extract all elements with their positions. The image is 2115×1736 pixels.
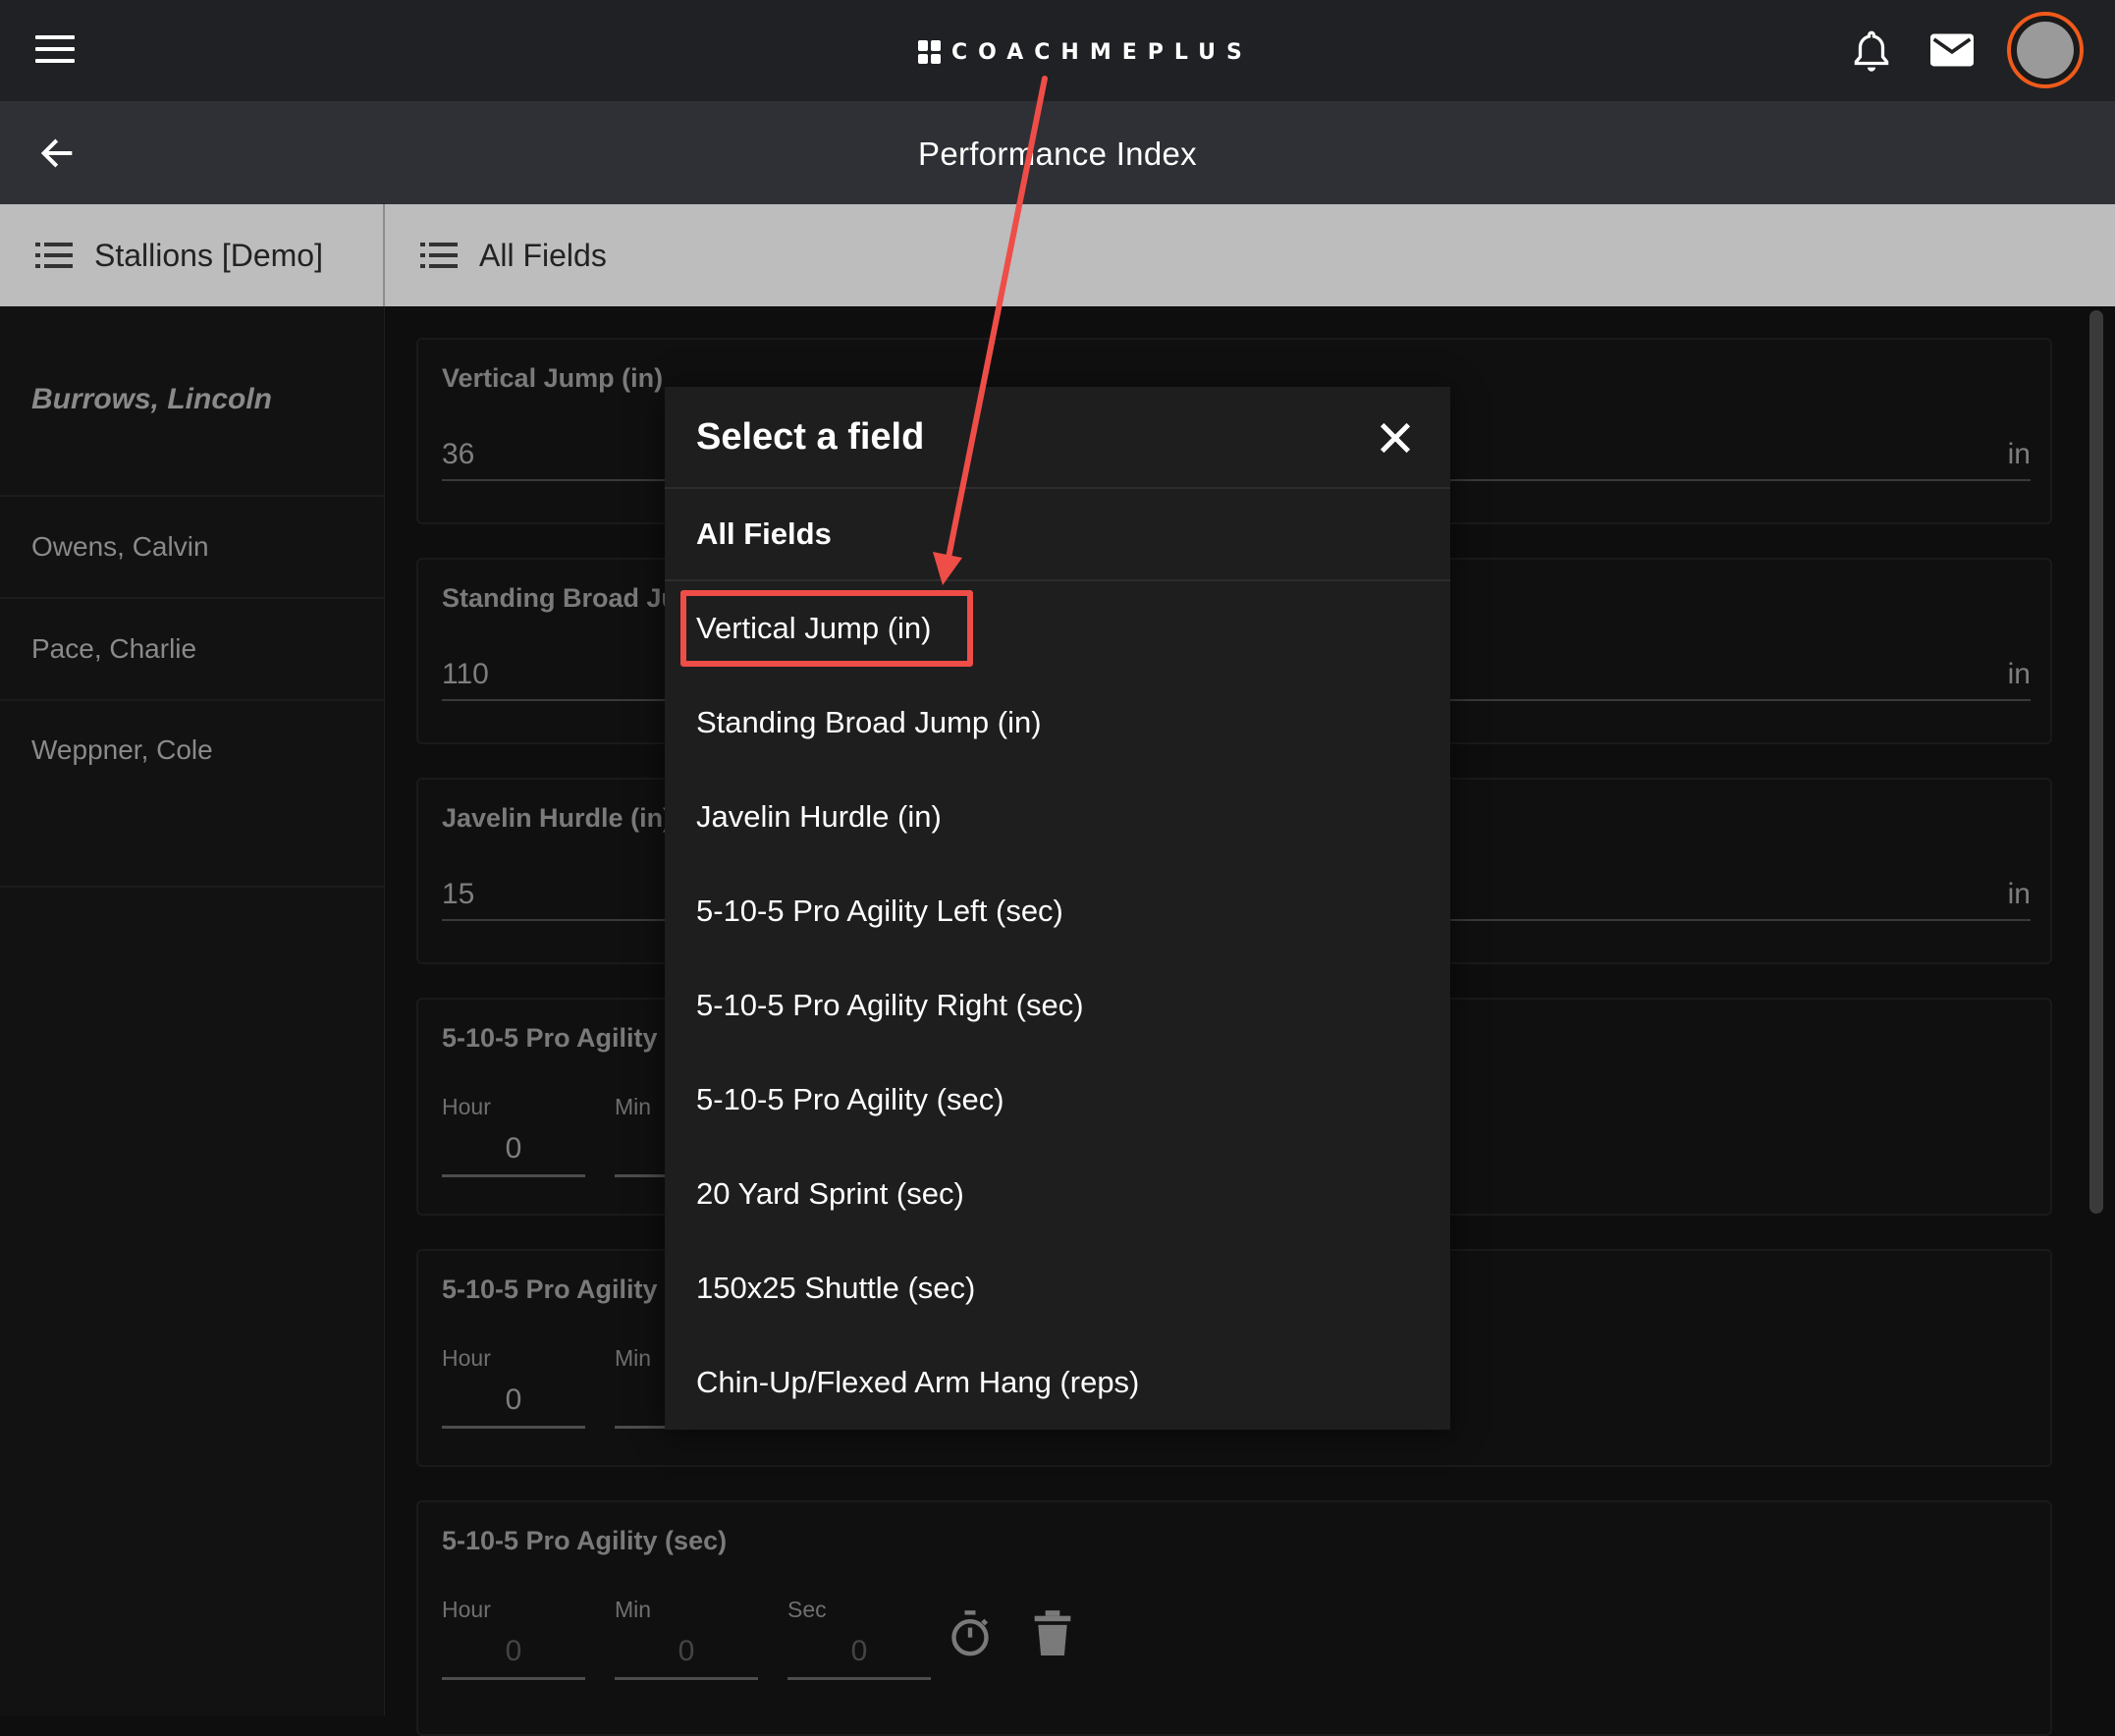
field-option[interactable]: 5-10-5 Pro Agility Left (sec) xyxy=(665,864,1450,958)
field-options-list: Vertical Jump (in) Standing Broad Jump (… xyxy=(665,581,1450,1430)
field-card-pro-agility-sec: 5-10-5 Pro Agility (sec) Hour 0 Min 0 Se… xyxy=(416,1500,2052,1736)
hour-input[interactable]: 0 xyxy=(442,1383,585,1429)
unit-label: in xyxy=(2007,878,2031,910)
logo-text: COACHMEPLUS xyxy=(951,39,1253,65)
dialog-header: Select a field xyxy=(665,387,1450,489)
top-app-bar: COACHMEPLUS xyxy=(0,0,2115,102)
hour-label: Hour xyxy=(442,1345,491,1371)
bell-icon[interactable] xyxy=(1852,29,1891,75)
stopwatch-icon[interactable] xyxy=(949,1610,992,1657)
current-athlete: Burrows, Lincoln xyxy=(31,383,273,415)
field-option[interactable]: Chin-Up/Flexed Arm Hang (reps) xyxy=(665,1335,1450,1430)
user-avatar[interactable] xyxy=(2007,12,2084,88)
athlete-sidebar: Burrows, Lincoln Owens, Calvin Pace, Cha… xyxy=(0,306,385,1716)
dialog-title: Select a field xyxy=(696,416,925,458)
hour-label: Hour xyxy=(442,1094,491,1119)
hour-group: Hour 0 xyxy=(442,1345,585,1429)
trash-icon[interactable] xyxy=(1031,1610,1074,1657)
page-title: Performance Index xyxy=(918,136,1197,172)
field-option[interactable]: 20 Yard Sprint (sec) xyxy=(665,1147,1450,1241)
athlete-item[interactable]: Weppner, Cole xyxy=(0,699,385,888)
field-selector[interactable]: All Fields xyxy=(420,204,607,306)
field-option[interactable]: Standing Broad Jump (in) xyxy=(665,676,1450,770)
coachmeplus-logo: COACHMEPLUS xyxy=(918,35,1253,69)
page-header: Performance Index xyxy=(0,102,2115,204)
field-card-title: Vertical Jump (in) xyxy=(442,363,664,393)
hour-label: Hour xyxy=(442,1597,491,1622)
mail-icon[interactable] xyxy=(1930,33,1974,67)
unit-label: in xyxy=(2007,658,2031,690)
field-option[interactable]: 150x25 Shuttle (sec) xyxy=(665,1241,1450,1335)
field-option[interactable]: 5-10-5 Pro Agility (sec) xyxy=(665,1053,1450,1147)
field-option[interactable]: Javelin Hurdle (in) xyxy=(665,770,1450,864)
value-text: 36 xyxy=(442,438,475,470)
athlete-item[interactable]: Owens, Calvin xyxy=(0,495,385,597)
select-field-dialog: Select a field All Fields Vertical Jump … xyxy=(665,387,1450,1430)
field-card-title: 5-10-5 Pro Agility xyxy=(442,1275,658,1304)
list-icon xyxy=(420,243,458,268)
field-option[interactable]: Vertical Jump (in) xyxy=(665,581,1450,676)
list-icon xyxy=(35,243,73,268)
field-card-title: Standing Broad Ju xyxy=(442,583,678,613)
avatar-placeholder xyxy=(2017,22,2074,79)
min-input[interactable]: 0 xyxy=(615,1635,758,1680)
hour-group: Hour 0 xyxy=(442,1094,585,1177)
value-text: 110 xyxy=(442,658,489,690)
athlete-item[interactable]: Pace, Charlie xyxy=(0,597,385,699)
logo-mark-icon xyxy=(918,40,942,64)
hour-input[interactable]: 0 xyxy=(442,1132,585,1177)
close-icon[interactable] xyxy=(1376,418,1415,458)
sec-group: Sec 0 xyxy=(787,1597,931,1680)
team-selector[interactable]: Stallions [Demo] xyxy=(35,204,323,306)
toolbar-divider xyxy=(383,204,385,306)
field-card-title: Javelin Hurdle (in) xyxy=(442,803,673,833)
athlete-list: Owens, Calvin Pace, Charlie Weppner, Col… xyxy=(0,495,385,888)
field-card-title: 5-10-5 Pro Agility xyxy=(442,1023,658,1053)
hour-group: Hour 0 xyxy=(442,1597,585,1680)
field-option[interactable]: 5-10-5 Pro Agility Right (sec) xyxy=(665,958,1450,1053)
sec-label: Sec xyxy=(787,1597,827,1622)
field-selector-label: All Fields xyxy=(479,237,607,273)
filter-toolbar: Stallions [Demo] All Fields xyxy=(0,204,2115,306)
unit-label: in xyxy=(2007,438,2031,470)
team-selector-label: Stallions [Demo] xyxy=(94,237,323,273)
field-card-title: 5-10-5 Pro Agility (sec) xyxy=(442,1526,728,1555)
scrollbar[interactable] xyxy=(2089,310,2103,1214)
option-all-fields[interactable]: All Fields xyxy=(665,489,1450,581)
min-group: Min 0 xyxy=(615,1597,758,1680)
sec-input[interactable]: 0 xyxy=(787,1635,931,1680)
menu-icon[interactable] xyxy=(35,35,75,67)
min-label: Min xyxy=(615,1597,652,1622)
value-text: 15 xyxy=(442,878,475,910)
hour-input[interactable]: 0 xyxy=(442,1635,585,1680)
